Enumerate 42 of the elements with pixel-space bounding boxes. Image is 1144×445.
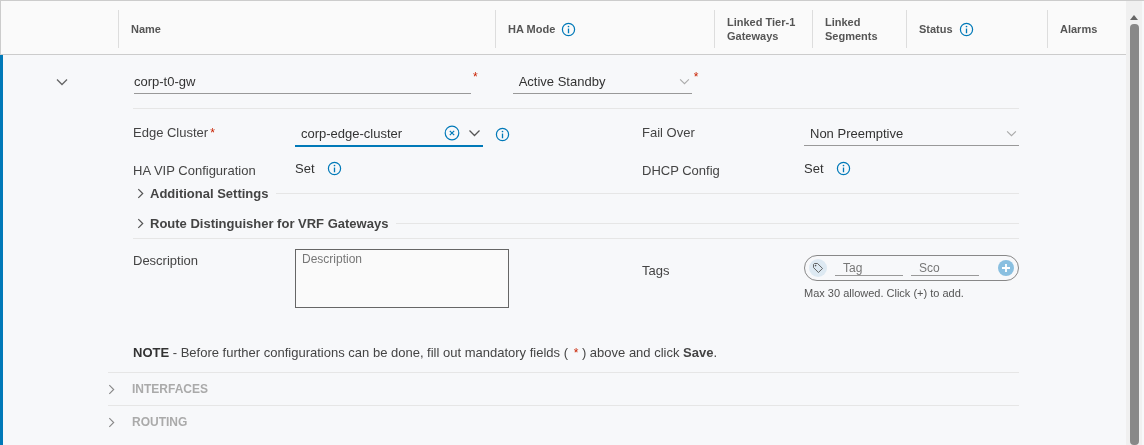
scope-field[interactable]: Sco (911, 260, 979, 276)
dropdown-select[interactable]: Non Preemptive (804, 122, 1019, 146)
hint-text: Max 30 allowed. Click (+) to add. (804, 287, 964, 299)
chevron-icon (108, 383, 115, 395)
chevron-icon (108, 416, 115, 428)
field-label: HA VIP Configuration (133, 163, 256, 178)
clear-icon[interactable] (444, 125, 460, 141)
field-label: DHCP Config (642, 163, 720, 178)
info-icon[interactable] (958, 21, 974, 37)
field-label: Fail Over (642, 125, 695, 140)
chevron-icon[interactable] (56, 77, 68, 86)
scrollbar[interactable] (1126, 1, 1142, 445)
column-header[interactable]: HA Mode (508, 21, 577, 37)
info-icon[interactable] (495, 126, 510, 142)
note-text: NOTE - Before further configurations can be done, fill out mandatory fields ( * ) above and click Save. (133, 345, 719, 362)
field-value: Set (804, 161, 824, 176)
column-header[interactable]: Alarms (1060, 22, 1098, 36)
dropdown-select[interactable]: corp-edge-cluster (295, 121, 483, 147)
caret-icon[interactable] (468, 129, 481, 137)
field-label: Description (133, 253, 199, 268)
field-label: Tags (642, 263, 670, 278)
section-toggle[interactable]: Route Distinguisher for VRF Gateways (133, 215, 397, 231)
ha-mode-select[interactable]: Active Standby (512, 69, 692, 94)
chevron-icon (137, 187, 144, 199)
section-toggle[interactable]: Additional Settings (133, 185, 277, 201)
column-header[interactable]: Linked Tier-1 Gateways (727, 15, 800, 43)
info-icon[interactable] (326, 161, 342, 176)
column-header[interactable]: Name (131, 22, 161, 36)
arrow-up-icon[interactable] (1130, 15, 1138, 20)
tag-icon (809, 259, 827, 277)
field-label: Edge Cluster* (133, 125, 215, 140)
name-field[interactable]: corp-t0-gw (134, 69, 471, 94)
info-icon[interactable] (835, 161, 851, 176)
column-header[interactable]: Status (919, 21, 974, 37)
info-icon[interactable] (561, 21, 577, 37)
column-header[interactable]: Linked Segments (825, 15, 894, 43)
field-value: Set (295, 161, 315, 176)
required-marker: * (473, 69, 478, 84)
required-marker: * (693, 69, 699, 84)
tag-field[interactable]: Tag (835, 260, 903, 276)
description-field[interactable]: Description (295, 249, 509, 308)
chevron-icon (137, 217, 144, 229)
